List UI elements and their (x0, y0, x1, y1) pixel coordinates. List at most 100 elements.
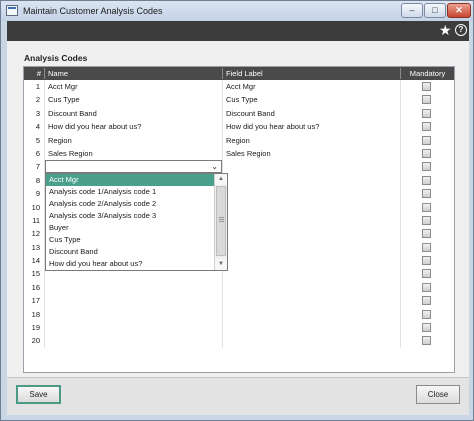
field-label-cell[interactable]: Region (222, 133, 400, 147)
row-number: 11 (32, 215, 40, 225)
mandatory-checkbox[interactable] (422, 148, 431, 158)
field-label-cell[interactable] (222, 227, 400, 241)
scrollbar-thumb[interactable] (216, 186, 226, 256)
field-label-cell[interactable]: Acct Mgr (222, 80, 400, 94)
close-button[interactable]: Close (416, 385, 460, 404)
name-cell[interactable]: How did you hear about us? (44, 120, 222, 134)
field-label-cell[interactable]: How did you hear about us? (222, 120, 400, 134)
dropdown-option[interactable]: How did you hear about us? (46, 258, 215, 270)
mandatory-cell (400, 254, 454, 268)
table-row[interactable]: 2 Cus Type Cus Type (24, 93, 454, 107)
name-dropdown-list[interactable]: Acct Mgr Analysis code 1/Analysis code 1A… (45, 173, 228, 271)
field-label-cell[interactable]: Discount Band (222, 106, 400, 121)
mandatory-cell (400, 227, 454, 241)
scroll-up-icon[interactable]: ▲ (215, 174, 227, 185)
field-label-cell[interactable] (222, 267, 400, 281)
name-cell[interactable]: Sales Region (44, 146, 222, 161)
table-row[interactable]: 6 Sales Region Sales Region (24, 146, 454, 161)
mandatory-checkbox[interactable] (422, 256, 431, 266)
field-label-cell[interactable] (222, 334, 400, 348)
name-cell[interactable]: Cus Type (44, 93, 222, 107)
mandatory-checkbox[interactable] (422, 242, 431, 252)
field-label-cell[interactable]: Cus Type (222, 93, 400, 107)
help-icon[interactable]: ? (455, 24, 467, 36)
field-label-cell[interactable] (222, 307, 400, 322)
close-window-button[interactable]: ✕ (447, 3, 471, 18)
table-row[interactable]: 5 Region Region (24, 133, 454, 147)
name-cell[interactable]: Region (44, 133, 222, 147)
mandatory-checkbox[interactable] (422, 269, 431, 279)
column-header-name[interactable]: Name (44, 68, 222, 79)
name-cell[interactable] (44, 294, 222, 308)
save-button[interactable]: Save (16, 385, 61, 404)
mandatory-checkbox[interactable] (422, 95, 431, 105)
mandatory-checkbox[interactable] (422, 175, 431, 185)
mandatory-checkbox[interactable] (422, 202, 431, 212)
table-row[interactable]: 17 (24, 294, 454, 308)
field-label-cell[interactable] (222, 213, 400, 228)
mandatory-checkbox[interactable] (422, 282, 431, 292)
table-row[interactable]: 4 How did you hear about us? How did you h… (24, 120, 454, 134)
column-header-mandatory[interactable]: Mandatory (400, 68, 454, 79)
minimize-button[interactable]: – (401, 3, 423, 18)
mandatory-checkbox[interactable] (422, 323, 431, 333)
table-row[interactable]: 18 (24, 307, 454, 322)
table-row[interactable]: 19 (24, 321, 454, 335)
mandatory-checkbox[interactable] (422, 336, 431, 346)
table-row[interactable]: 3 Discount Band Discount Band (24, 106, 454, 121)
dropdown-scrollbar[interactable]: ▲ ▼ (214, 174, 227, 270)
mandatory-checkbox[interactable] (422, 82, 431, 91)
field-label-cell[interactable] (222, 280, 400, 295)
mandatory-cell (400, 173, 454, 188)
scroll-down-icon[interactable]: ▼ (215, 259, 227, 270)
name-cell[interactable] (44, 321, 222, 335)
mandatory-checkbox[interactable] (422, 122, 431, 132)
row-number: 20 (31, 336, 40, 346)
field-label-cell[interactable] (222, 200, 400, 214)
dropdown-option[interactable]: Acct Mgr (46, 174, 215, 186)
maximize-button[interactable]: □ (424, 3, 446, 18)
name-cell[interactable]: Discount Band (44, 106, 222, 121)
row-number: 15 (31, 269, 40, 279)
column-header-number[interactable]: # (24, 68, 44, 79)
mandatory-checkbox[interactable] (422, 189, 431, 199)
dropdown-option[interactable]: Analysis code 1/Analysis code 1 (46, 186, 215, 198)
mandatory-checkbox[interactable] (422, 108, 431, 118)
field-label-cell[interactable] (222, 187, 400, 201)
mandatory-checkbox[interactable] (422, 296, 431, 306)
name-cell[interactable] (44, 334, 222, 348)
row-number: 5 (35, 135, 40, 145)
row-number: 14 (31, 256, 40, 266)
field-label-cell[interactable] (222, 294, 400, 308)
field-label-cell[interactable] (222, 160, 400, 174)
name-cell[interactable]: Acct Mgr (44, 80, 222, 94)
dropdown-option[interactable]: Buyer (46, 222, 215, 234)
mandatory-cell (400, 80, 454, 94)
field-label-cell[interactable] (222, 173, 400, 188)
row-number: 3 (35, 108, 40, 118)
star-icon[interactable]: ★ (439, 22, 452, 39)
field-label-cell[interactable] (222, 254, 400, 268)
mandatory-checkbox[interactable] (422, 135, 431, 145)
field-label-cell[interactable]: Sales Region (222, 146, 400, 161)
row-number: 7 (35, 162, 40, 172)
mandatory-checkbox[interactable] (422, 215, 431, 225)
table-row[interactable]: 16 (24, 280, 454, 295)
dropdown-option[interactable]: Discount Band (46, 246, 215, 258)
field-label-cell[interactable] (222, 321, 400, 335)
field-label-cell[interactable] (222, 240, 400, 255)
column-header-field-label[interactable]: Field Label (222, 68, 400, 79)
table-row[interactable]: 1 Acct Mgr Acct Mgr (24, 80, 454, 94)
dropdown-option[interactable]: Analysis code 3/Analysis code 3 (46, 210, 215, 222)
title-bar[interactable]: Maintain Customer Analysis Codes – □ ✕ (1, 1, 473, 21)
dropdown-option[interactable]: Analysis code 2/Analysis code 2 (46, 198, 215, 210)
name-combo-box[interactable]: ⌄ (45, 160, 222, 173)
mandatory-checkbox[interactable] (422, 229, 431, 239)
name-cell[interactable] (44, 307, 222, 322)
name-cell[interactable] (44, 280, 222, 295)
mandatory-checkbox[interactable] (422, 162, 431, 172)
table-row[interactable]: 20 (24, 334, 454, 348)
dropdown-option[interactable]: Cus Type (46, 234, 215, 246)
mandatory-checkbox[interactable] (422, 309, 431, 319)
chevron-down-icon[interactable]: ⌄ (211, 161, 218, 173)
